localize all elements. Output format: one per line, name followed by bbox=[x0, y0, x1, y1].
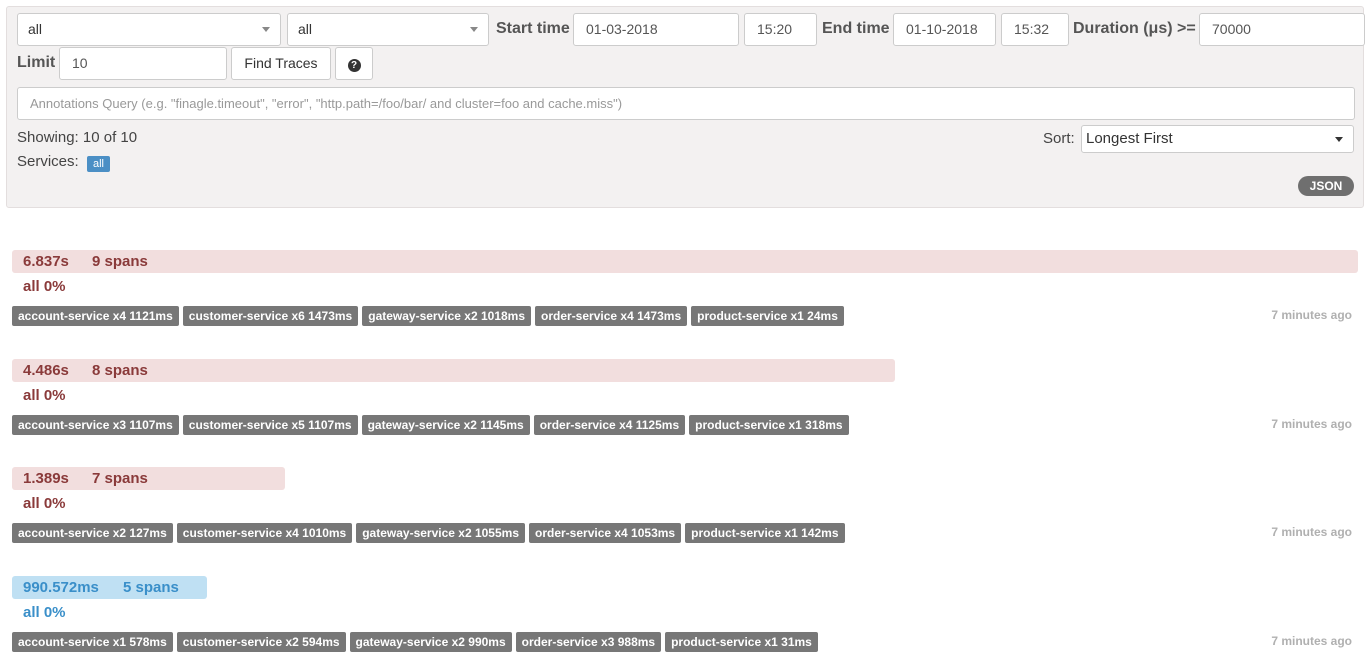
service-tag[interactable]: customer-service x4 1010ms bbox=[176, 523, 353, 543]
trace-duration: 4.486s bbox=[23, 362, 69, 379]
service-select[interactable]: all bbox=[17, 13, 281, 46]
services-filter[interactable]: all bbox=[87, 154, 111, 172]
chevron-down-icon bbox=[470, 27, 478, 32]
trace-row[interactable]: 990.572ms 5 spans all 0% account-service x1… bbox=[12, 576, 1358, 656]
end-time-label: End time bbox=[822, 20, 890, 37]
service-tag[interactable]: product-service x1 24ms bbox=[691, 306, 844, 326]
find-traces-button[interactable]: Find Traces bbox=[231, 47, 331, 80]
duration-input[interactable]: 70000 bbox=[1199, 13, 1365, 46]
service-tag[interactable]: customer-service x5 1107ms bbox=[182, 415, 358, 435]
services-label: Services: bbox=[17, 153, 79, 170]
trace-duration: 1.389s bbox=[23, 470, 69, 487]
service-tag[interactable]: order-service x4 1053ms bbox=[529, 523, 682, 543]
service-tag[interactable]: order-service x4 1125ms bbox=[533, 415, 686, 435]
trace-timestamp: 7 minutes ago bbox=[1271, 634, 1352, 648]
service-tag[interactable]: customer-service x2 594ms bbox=[176, 632, 346, 652]
trace-duration-bar[interactable]: 4.486s 8 spans bbox=[12, 359, 895, 382]
service-tag[interactable]: gateway-service x2 990ms bbox=[349, 632, 512, 652]
service-select-value: all bbox=[28, 21, 43, 37]
service-tag[interactable]: product-service x1 318ms bbox=[689, 415, 849, 435]
service-tag[interactable]: gateway-service x2 1055ms bbox=[356, 523, 525, 543]
trace-span-count: 9 spans bbox=[92, 253, 148, 270]
end-time-input[interactable]: 15:32 bbox=[1001, 13, 1069, 46]
chevron-down-icon bbox=[1335, 137, 1343, 142]
chevron-down-icon bbox=[262, 27, 270, 32]
services-badge[interactable]: all bbox=[87, 156, 111, 172]
annotations-query-input[interactable]: Annotations Query (e.g. "finagle.timeout… bbox=[17, 87, 1355, 120]
trace-service-percentage: all 0% bbox=[23, 387, 66, 404]
service-tag-list: account-service x4 1121ms customer-servic… bbox=[12, 306, 848, 326]
search-panel: all all Start time 01-03-2018 15:20 End … bbox=[6, 6, 1365, 208]
trace-duration: 6.837s bbox=[23, 253, 69, 270]
service-tag-list: account-service x2 127ms customer-service… bbox=[12, 523, 849, 543]
sort-select[interactable]: Longest First bbox=[1081, 125, 1354, 153]
service-tag[interactable]: gateway-service x2 1145ms bbox=[361, 415, 530, 435]
service-tag[interactable]: account-service x3 1107ms bbox=[12, 415, 179, 435]
trace-duration: 990.572ms bbox=[23, 579, 99, 596]
trace-service-percentage: all 0% bbox=[23, 495, 66, 512]
trace-timestamp: 7 minutes ago bbox=[1271, 417, 1352, 431]
service-tag[interactable]: order-service x3 988ms bbox=[515, 632, 662, 652]
trace-span-count: 8 spans bbox=[92, 362, 148, 379]
span-select-value: all bbox=[298, 21, 313, 37]
service-tag[interactable]: order-service x4 1473ms bbox=[535, 306, 688, 326]
help-button[interactable]: ? bbox=[335, 47, 373, 80]
service-tag[interactable]: customer-service x6 1473ms bbox=[182, 306, 359, 326]
limit-label: Limit bbox=[17, 54, 56, 71]
showing-count: Showing: 10 of 10 bbox=[17, 129, 138, 146]
service-tag[interactable]: account-service x2 127ms bbox=[12, 523, 173, 543]
trace-timestamp: 7 minutes ago bbox=[1271, 308, 1352, 322]
end-date-input[interactable]: 01-10-2018 bbox=[893, 13, 996, 46]
trace-duration-bar[interactable]: 990.572ms 5 spans bbox=[12, 576, 207, 599]
json-button[interactable]: JSON bbox=[1298, 176, 1354, 196]
question-circle-icon: ? bbox=[347, 59, 361, 72]
service-tag[interactable]: product-service x1 142ms bbox=[685, 523, 845, 543]
service-tag[interactable]: account-service x1 578ms bbox=[12, 632, 173, 652]
service-tag[interactable]: product-service x1 31ms bbox=[665, 632, 818, 652]
trace-row[interactable]: 4.486s 8 spans all 0% account-service x3 11… bbox=[12, 359, 1358, 439]
service-tag[interactable]: account-service x4 1121ms bbox=[12, 306, 179, 326]
service-tag[interactable]: gateway-service x2 1018ms bbox=[362, 306, 532, 326]
service-tag-list: account-service x3 1107ms customer-servic… bbox=[12, 415, 853, 435]
trace-duration-bar[interactable]: 1.389s 7 spans bbox=[12, 467, 285, 490]
trace-row[interactable]: 1.389s 7 spans all 0% account-service x2 12… bbox=[12, 467, 1358, 547]
trace-service-percentage: all 0% bbox=[23, 278, 66, 295]
start-date-input[interactable]: 01-03-2018 bbox=[573, 13, 739, 46]
sort-label: Sort: bbox=[1043, 130, 1075, 147]
duration-label: Duration (μs) >= bbox=[1073, 20, 1196, 37]
limit-input[interactable]: 10 bbox=[59, 47, 227, 80]
span-select[interactable]: all bbox=[287, 13, 489, 46]
trace-span-count: 7 spans bbox=[92, 470, 148, 487]
start-time-label: Start time bbox=[496, 20, 570, 37]
trace-duration-bar[interactable]: 6.837s 9 spans bbox=[12, 250, 1358, 273]
start-time-input[interactable]: 15:20 bbox=[744, 13, 817, 46]
trace-timestamp: 7 minutes ago bbox=[1271, 525, 1352, 539]
sort-select-value: Longest First bbox=[1086, 130, 1173, 147]
trace-span-count: 5 spans bbox=[123, 579, 179, 596]
trace-row[interactable]: 6.837s 9 spans all 0% account-service x4 11… bbox=[12, 250, 1358, 330]
trace-service-percentage: all 0% bbox=[23, 604, 66, 621]
service-tag-list: account-service x1 578ms customer-service… bbox=[12, 632, 822, 652]
